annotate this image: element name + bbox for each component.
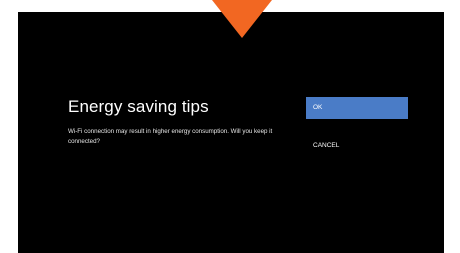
page: Energy saving tips Wi-Fi connection may …	[0, 0, 460, 253]
dialog-title: Energy saving tips	[68, 97, 209, 116]
ok-button[interactable]: OK	[306, 97, 408, 119]
cancel-button[interactable]: CANCEL	[306, 135, 408, 157]
down-pointer-arrow-icon	[212, 0, 272, 38]
tv-screen: Energy saving tips Wi-Fi connection may …	[18, 12, 444, 253]
dialog-message: Wi-Fi connection may result in higher en…	[68, 128, 273, 145]
